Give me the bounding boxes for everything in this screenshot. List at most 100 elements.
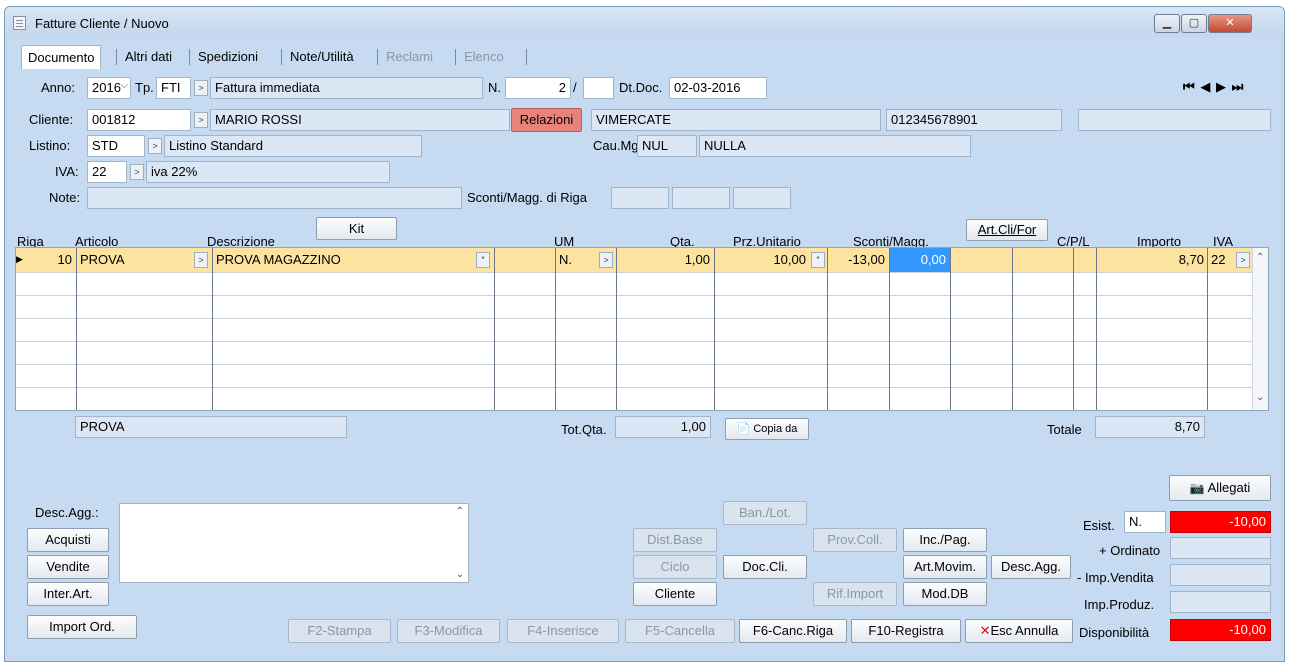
cell-sconto-1[interactable]: -13,00: [831, 252, 885, 267]
cell-importo[interactable]: 8,70: [1100, 252, 1204, 267]
descagg-textarea[interactable]: ⌃ ⌄: [119, 503, 469, 583]
anno-label: Anno:: [41, 80, 75, 95]
iva-lookup-icon[interactable]: >: [130, 164, 144, 180]
righe-grid[interactable]: ▶ 10 PROVA > PROVA MAGAZZINO * N. > 1,00…: [15, 247, 1269, 411]
document-icon: [13, 16, 26, 30]
cliente-label: Cliente:: [29, 112, 74, 127]
tab-spedizioni[interactable]: Spedizioni: [192, 47, 264, 67]
tp-field[interactable]: FTI: [156, 77, 191, 99]
f5-cancella-button[interactable]: F5-Cancella: [625, 619, 735, 643]
vendite-button[interactable]: Vendite: [27, 555, 109, 579]
cell-descrizione[interactable]: PROVA MAGAZZINO: [216, 252, 341, 267]
cell-qta[interactable]: 1,00: [620, 252, 710, 267]
close-button[interactable]: ✕: [1208, 14, 1252, 33]
sconti-riga-2[interactable]: [672, 187, 730, 209]
esc-annulla-button[interactable]: ✕Esc Annulla: [965, 619, 1073, 643]
tab-elenco[interactable]: Elenco: [458, 47, 510, 67]
mod-db-button[interactable]: Mod.DB: [903, 582, 987, 606]
tab-altri-dati[interactable]: Altri dati: [119, 47, 178, 67]
ordinato-label: + Ordinato: [1099, 543, 1161, 558]
note-field[interactable]: [87, 187, 462, 209]
cell-prz-unitario[interactable]: 10,00: [718, 252, 806, 267]
listino-description: Listino Standard: [164, 135, 422, 157]
tp-description: Fattura immediata: [210, 77, 483, 99]
scroll-up-icon[interactable]: ⌃: [1256, 252, 1264, 263]
note-label: Note:: [49, 190, 81, 205]
n-separator: /: [573, 80, 577, 95]
dtdoc-field[interactable]: 02-03-2016: [669, 77, 767, 99]
sconti-riga-3[interactable]: [733, 187, 791, 209]
prev-record-icon[interactable]: ◀: [1200, 79, 1211, 94]
f2-stampa-button[interactable]: F2-Stampa: [288, 619, 391, 643]
ordinato-field: [1170, 537, 1271, 559]
allegati-button[interactable]: 📷 Allegati: [1169, 475, 1271, 501]
cliente-lookup-icon[interactable]: >: [194, 112, 208, 128]
ciclo-button[interactable]: Ciclo: [633, 555, 717, 579]
tp-label: Tp.: [135, 80, 154, 95]
dtdoc-label: Dt.Doc.: [619, 80, 663, 95]
cliente-code-field[interactable]: 001812: [87, 109, 191, 131]
cliente-button[interactable]: Cliente: [633, 582, 717, 606]
iva-row-lookup-icon[interactable]: >: [1236, 252, 1250, 268]
kit-button[interactable]: Kit: [316, 217, 397, 240]
cell-iva[interactable]: 22: [1211, 252, 1225, 267]
sconti-riga-1[interactable]: [611, 187, 669, 209]
tab-note-utilita[interactable]: Note/Utilità: [284, 47, 360, 67]
first-record-icon[interactable]: ⏮: [1183, 79, 1196, 94]
piva-field: 012345678901: [886, 109, 1062, 131]
form-area: Documento Altri dati Spedizioni Note/Uti…: [11, 37, 1279, 657]
n-field[interactable]: 2: [505, 77, 571, 99]
interart-button[interactable]: Inter.Art.: [27, 582, 109, 606]
cell-um[interactable]: N.: [559, 252, 572, 267]
impvendita-field: [1170, 564, 1271, 586]
minimize-button[interactable]: ▁: [1154, 14, 1180, 33]
last-record-icon[interactable]: ⏭: [1232, 79, 1245, 94]
nav-controls: ⏮ ◀ ▶ ⏭: [1183, 79, 1244, 95]
rif-import-button[interactable]: Rif.Import: [813, 582, 897, 606]
totqta-field: 1,00: [615, 416, 711, 438]
prov-coll-button[interactable]: Prov.Coll.: [813, 528, 897, 552]
cell-articolo[interactable]: PROVA: [80, 252, 125, 267]
iva-field[interactable]: 22: [87, 161, 127, 183]
art-movim-button[interactable]: Art.Movim.: [903, 555, 987, 579]
impproduz-field: [1170, 591, 1271, 613]
descrizione-expand-icon[interactable]: *: [476, 252, 490, 268]
dist-base-button[interactable]: Dist.Base: [633, 528, 717, 552]
impvendita-label: - Imp.Vendita: [1077, 570, 1154, 585]
prezzo-expand-icon[interactable]: *: [811, 252, 825, 268]
tp-lookup-icon[interactable]: >: [194, 80, 208, 96]
scroll-up-icon[interactable]: ⌃: [456, 506, 464, 517]
n-suffix-field[interactable]: [583, 77, 614, 99]
cell-riga[interactable]: 10: [26, 252, 72, 267]
f4-inserisce-button[interactable]: F4-Inserisce: [507, 619, 619, 643]
copia-da-button[interactable]: 📄 Copia da: [725, 418, 809, 440]
art-cli-for-button[interactable]: Art.Cli/For: [966, 219, 1048, 241]
cliente-extra-field: [1078, 109, 1271, 131]
um-lookup-icon[interactable]: >: [599, 252, 613, 268]
listino-field[interactable]: STD: [87, 135, 145, 157]
cell-sconto-2-editing[interactable]: 0,00: [890, 248, 950, 272]
anno-select[interactable]: 2016 ⌵: [87, 77, 131, 99]
f3-modifica-button[interactable]: F3-Modifica: [397, 619, 500, 643]
disponibilita-label: Disponibilità: [1079, 625, 1150, 640]
maximize-button[interactable]: ▢: [1181, 14, 1207, 33]
f10-registra-button[interactable]: F10-Registra: [851, 619, 961, 643]
grid-scrollbar[interactable]: ⌃ ⌄: [1252, 248, 1268, 410]
tab-reclami[interactable]: Reclami: [380, 47, 439, 67]
doc-cli-button[interactable]: Doc.Cli.: [723, 555, 807, 579]
desc-agg-button[interactable]: Desc.Agg.: [991, 555, 1071, 579]
tab-documento[interactable]: Documento: [21, 45, 102, 69]
ban-lot-button[interactable]: Ban./Lot.: [723, 501, 807, 525]
scroll-down-icon[interactable]: ⌄: [456, 569, 464, 580]
acquisti-button[interactable]: Acquisti: [27, 528, 109, 552]
relazioni-button[interactable]: Relazioni: [511, 108, 582, 132]
listino-lookup-icon[interactable]: >: [148, 138, 162, 154]
import-ord-button[interactable]: Import Ord.: [27, 615, 137, 639]
n-label: N.: [488, 80, 501, 95]
inc-pag-button[interactable]: Inc./Pag.: [903, 528, 987, 552]
f6-canc-riga-button[interactable]: F6-Canc.Riga: [739, 619, 847, 643]
articolo-lookup-icon[interactable]: >: [194, 252, 208, 268]
next-record-icon[interactable]: ▶: [1216, 79, 1227, 94]
scroll-down-icon[interactable]: ⌄: [1256, 392, 1264, 403]
iva-description: iva 22%: [146, 161, 390, 183]
